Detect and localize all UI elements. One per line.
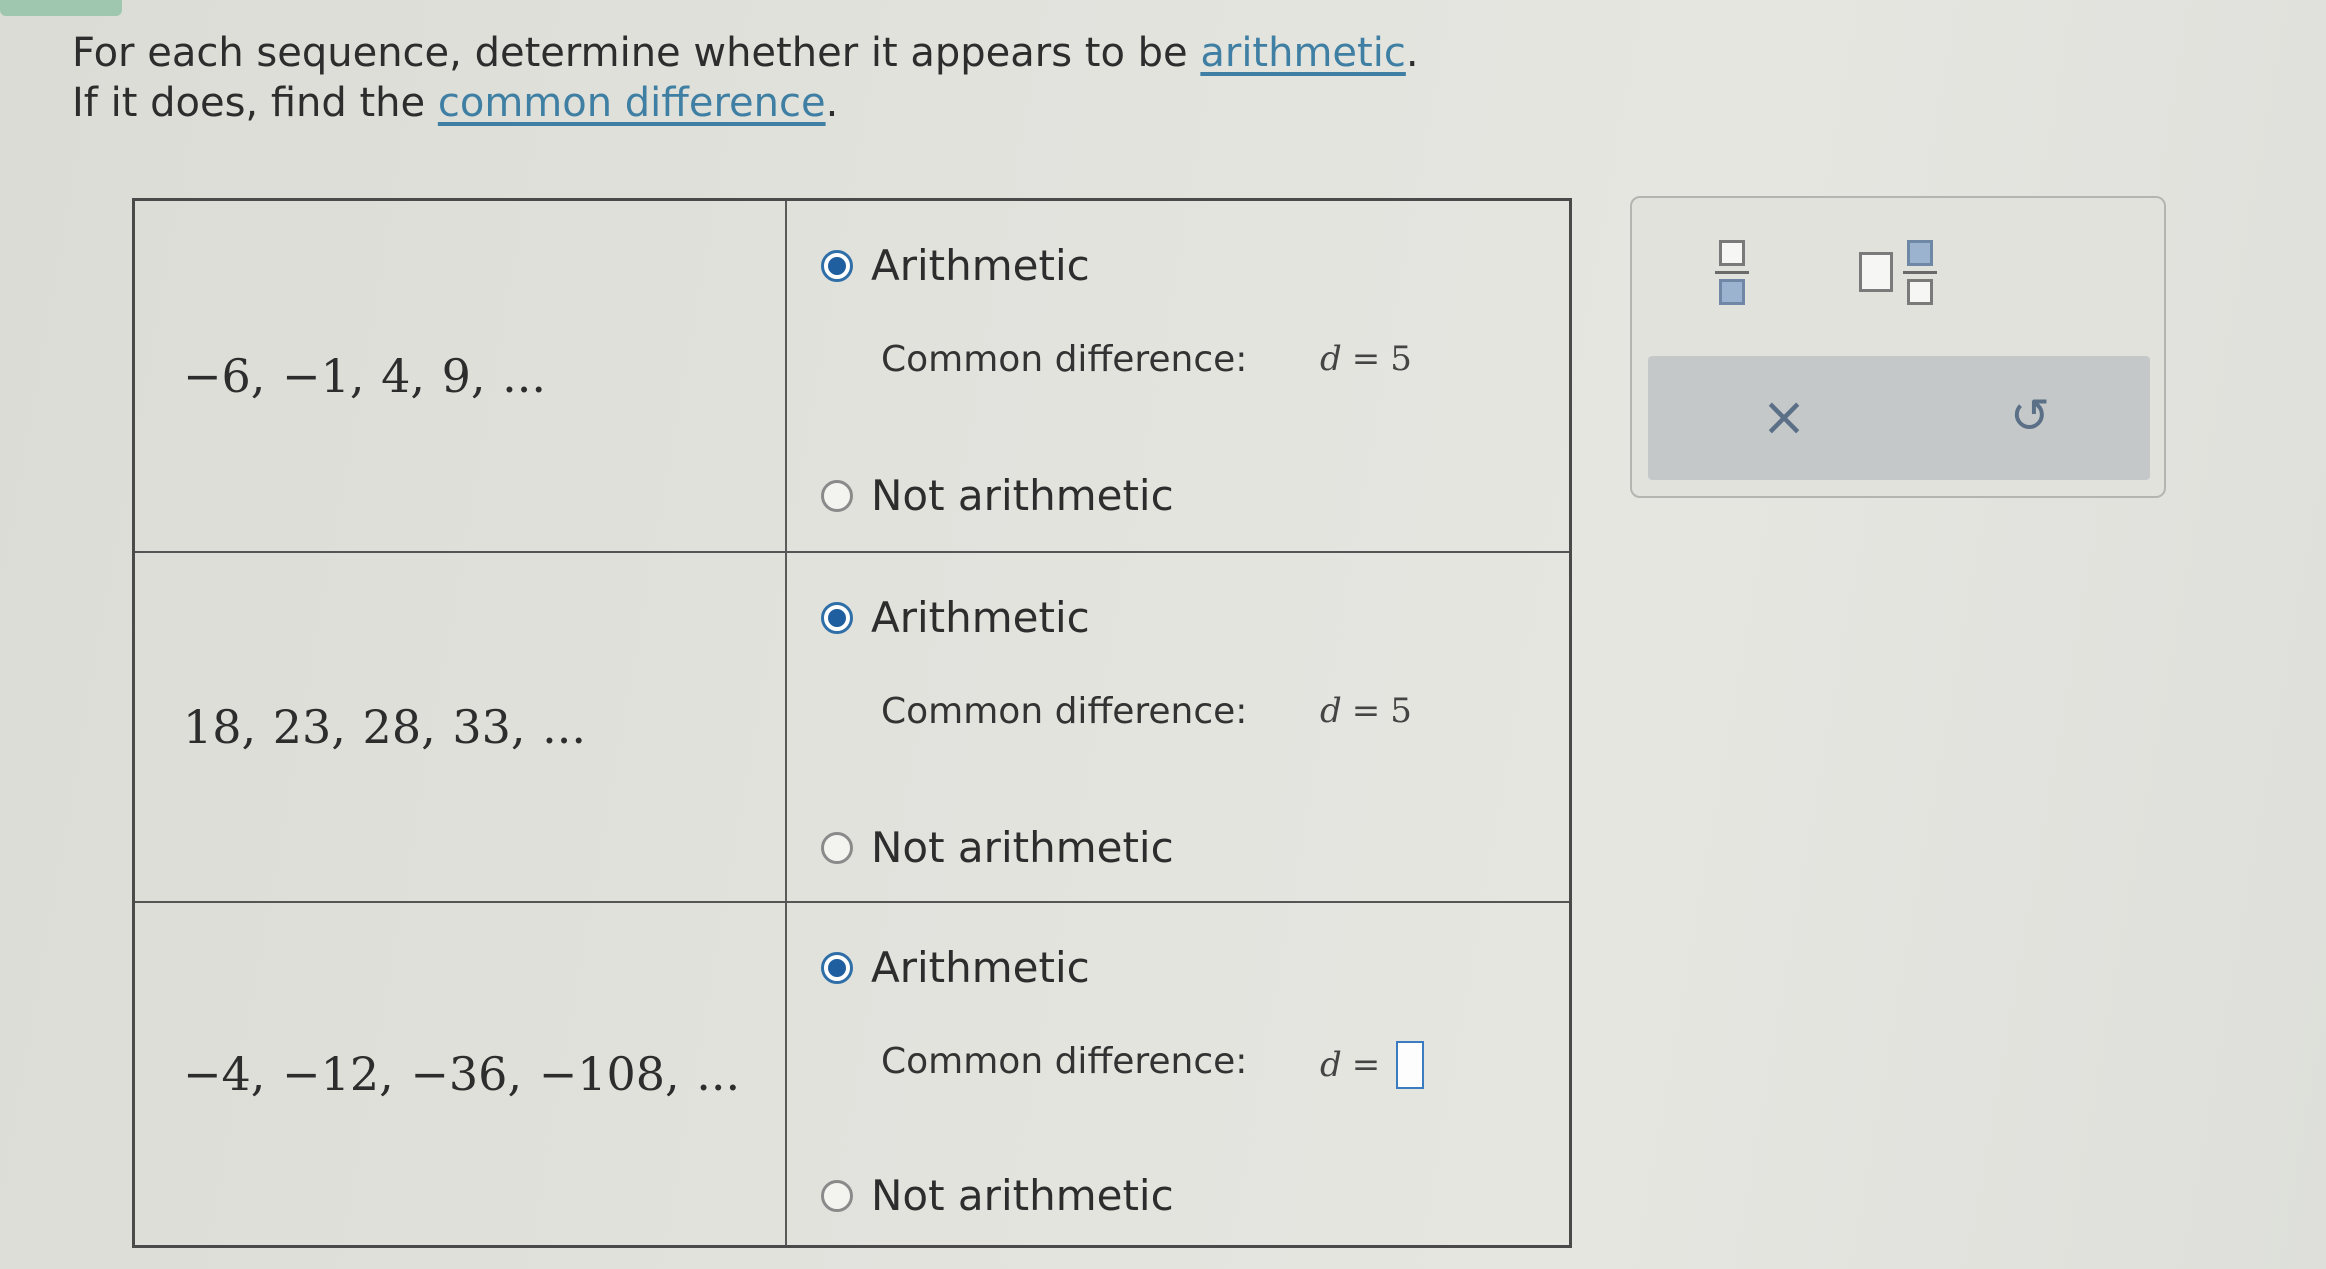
common-difference-label: Common difference:	[881, 691, 1248, 732]
common-difference-label: Common difference:	[881, 339, 1248, 380]
mixed-number-button[interactable]	[1838, 226, 1958, 318]
clear-icon: ×	[1761, 384, 1807, 448]
difference-variable: d	[1320, 339, 1342, 379]
instructions-text: For each sequence, determine whether it …	[72, 30, 1201, 76]
difference-expression: d = 5	[1320, 691, 1412, 731]
not-arithmetic-option[interactable]: Not arithmetic	[821, 1171, 1174, 1220]
column-divider	[785, 903, 787, 1245]
table-row: 18, 23, 28, 33, ... Arithmetic Common di…	[135, 551, 1569, 901]
clear-button[interactable]: ×	[1744, 366, 1824, 466]
fraction-icon	[1715, 239, 1749, 305]
arithmetic-option[interactable]: Arithmetic	[821, 593, 1090, 642]
not-arithmetic-option[interactable]: Not arithmetic	[821, 471, 1174, 520]
arithmetic-link[interactable]: arithmetic	[1200, 30, 1405, 76]
arithmetic-option[interactable]: Arithmetic	[821, 241, 1090, 290]
table-row: −4, −12, −36, −108, ... Arithmetic Commo…	[135, 901, 1569, 1245]
equals-sign: =	[1351, 339, 1381, 379]
mixed-number-icon	[1859, 239, 1937, 305]
fraction-button[interactable]	[1692, 226, 1772, 318]
instructions-line-2: If it does, find the common difference.	[72, 78, 1419, 128]
option-label: Arithmetic	[871, 593, 1090, 642]
radio-selected-icon[interactable]	[821, 601, 853, 634]
column-divider	[785, 553, 787, 901]
option-label: Not arithmetic	[871, 823, 1174, 872]
radio-selected-icon[interactable]	[821, 951, 853, 984]
instructions-punct: .	[1405, 30, 1419, 76]
option-label: Arithmetic	[871, 241, 1090, 290]
sequence-text: −6, −1, 4, 9, ...	[183, 349, 546, 403]
difference-expression: d =	[1320, 1041, 1425, 1089]
top-tab-accent	[0, 0, 122, 16]
option-label: Arithmetic	[871, 943, 1090, 992]
column-divider	[785, 201, 787, 551]
option-label: Not arithmetic	[871, 1171, 1174, 1220]
equals-sign: =	[1351, 1045, 1381, 1085]
math-palette: × ↺	[1630, 196, 2166, 498]
instructions-punct: .	[825, 80, 839, 126]
radio-unselected-icon[interactable]	[821, 1179, 853, 1212]
difference-variable: d	[1320, 691, 1342, 731]
instructions: For each sequence, determine whether it …	[72, 28, 1419, 128]
arithmetic-option[interactable]: Arithmetic	[821, 943, 1090, 992]
common-difference-link[interactable]: common difference	[438, 80, 826, 126]
radio-selected-icon[interactable]	[821, 249, 853, 282]
difference-value[interactable]: 5	[1390, 339, 1412, 379]
radio-unselected-icon[interactable]	[821, 479, 853, 512]
difference-variable: d	[1320, 1045, 1342, 1085]
radio-unselected-icon[interactable]	[821, 831, 853, 864]
undo-button[interactable]: ↺	[1990, 366, 2070, 466]
common-difference-label: Common difference:	[881, 1041, 1248, 1082]
sequence-text: −4, −12, −36, −108, ...	[183, 1047, 741, 1101]
table-row: −6, −1, 4, 9, ... Arithmetic Common diff…	[135, 201, 1569, 551]
difference-expression: d = 5	[1320, 339, 1412, 379]
palette-action-bar: × ↺	[1648, 356, 2150, 480]
difference-value[interactable]: 5	[1390, 691, 1412, 731]
equals-sign: =	[1351, 691, 1381, 731]
instructions-line-1: For each sequence, determine whether it …	[72, 28, 1419, 78]
sequence-table: −6, −1, 4, 9, ... Arithmetic Common diff…	[132, 198, 1572, 1248]
instructions-text: If it does, find the	[72, 80, 438, 126]
undo-icon: ↺	[2009, 388, 2051, 444]
difference-answer-input[interactable]	[1396, 1041, 1425, 1089]
not-arithmetic-option[interactable]: Not arithmetic	[821, 823, 1174, 872]
option-label: Not arithmetic	[871, 471, 1174, 520]
sequence-text: 18, 23, 28, 33, ...	[183, 700, 586, 754]
